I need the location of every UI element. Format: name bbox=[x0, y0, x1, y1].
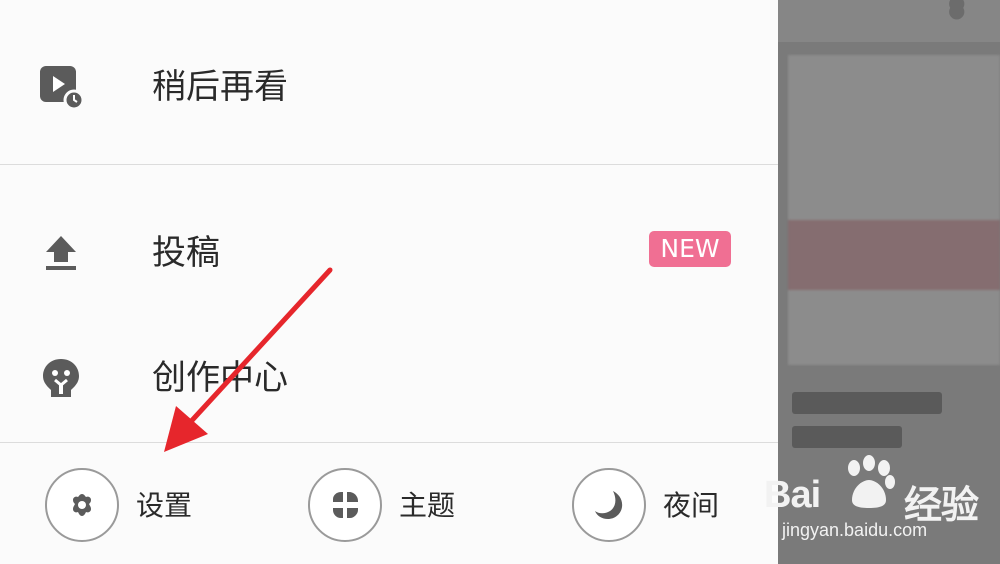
theme-circle bbox=[308, 468, 382, 542]
baidu-jingyan-watermark: Bai 经验 jingyan.baidu.com bbox=[762, 454, 998, 564]
creator-center-label: 创作中心 bbox=[152, 358, 288, 398]
theme-button[interactable]: 主题 bbox=[308, 468, 468, 548]
watch-later-label: 稍后再看 bbox=[152, 67, 288, 107]
title-placeholder bbox=[792, 426, 902, 448]
theme-label: 主题 bbox=[399, 489, 456, 522]
upload-icon bbox=[38, 230, 84, 276]
settings-gear-icon bbox=[73, 494, 91, 516]
watermark-brand: Bai bbox=[764, 474, 821, 516]
navigation-drawer: 稍后再看 投稿 NEW 创作中心 设置 主题 夜间 bbox=[0, 0, 778, 564]
menu-item-creator-center[interactable]: 创作中心 bbox=[0, 325, 778, 425]
night-moon-icon bbox=[595, 491, 623, 519]
settings-button[interactable]: 设置 bbox=[45, 468, 205, 548]
new-badge: NEW bbox=[649, 231, 731, 267]
top-bar: ● ● bbox=[778, 0, 1000, 42]
title-placeholder bbox=[792, 392, 942, 414]
divider bbox=[0, 164, 778, 165]
upload-label: 投稿 bbox=[152, 233, 220, 273]
settings-circle bbox=[45, 468, 119, 542]
night-mode-button[interactable]: 夜间 bbox=[572, 468, 732, 548]
divider bbox=[0, 442, 778, 443]
creator-bulb-icon bbox=[38, 355, 84, 401]
night-circle bbox=[572, 468, 646, 542]
thumbnail-stripe bbox=[788, 220, 1000, 290]
baidu-paw-logo bbox=[848, 455, 895, 508]
theme-icon bbox=[333, 492, 358, 518]
settings-label: 设置 bbox=[136, 489, 193, 522]
video-thumbnail bbox=[788, 55, 1000, 365]
menu-item-watch-later[interactable]: 稍后再看 bbox=[0, 34, 778, 134]
watch-later-icon bbox=[38, 64, 85, 111]
more-icon: ● ● bbox=[948, 0, 966, 22]
watermark-url: jingyan.baidu.com bbox=[782, 520, 928, 540]
night-label: 夜间 bbox=[663, 489, 720, 522]
